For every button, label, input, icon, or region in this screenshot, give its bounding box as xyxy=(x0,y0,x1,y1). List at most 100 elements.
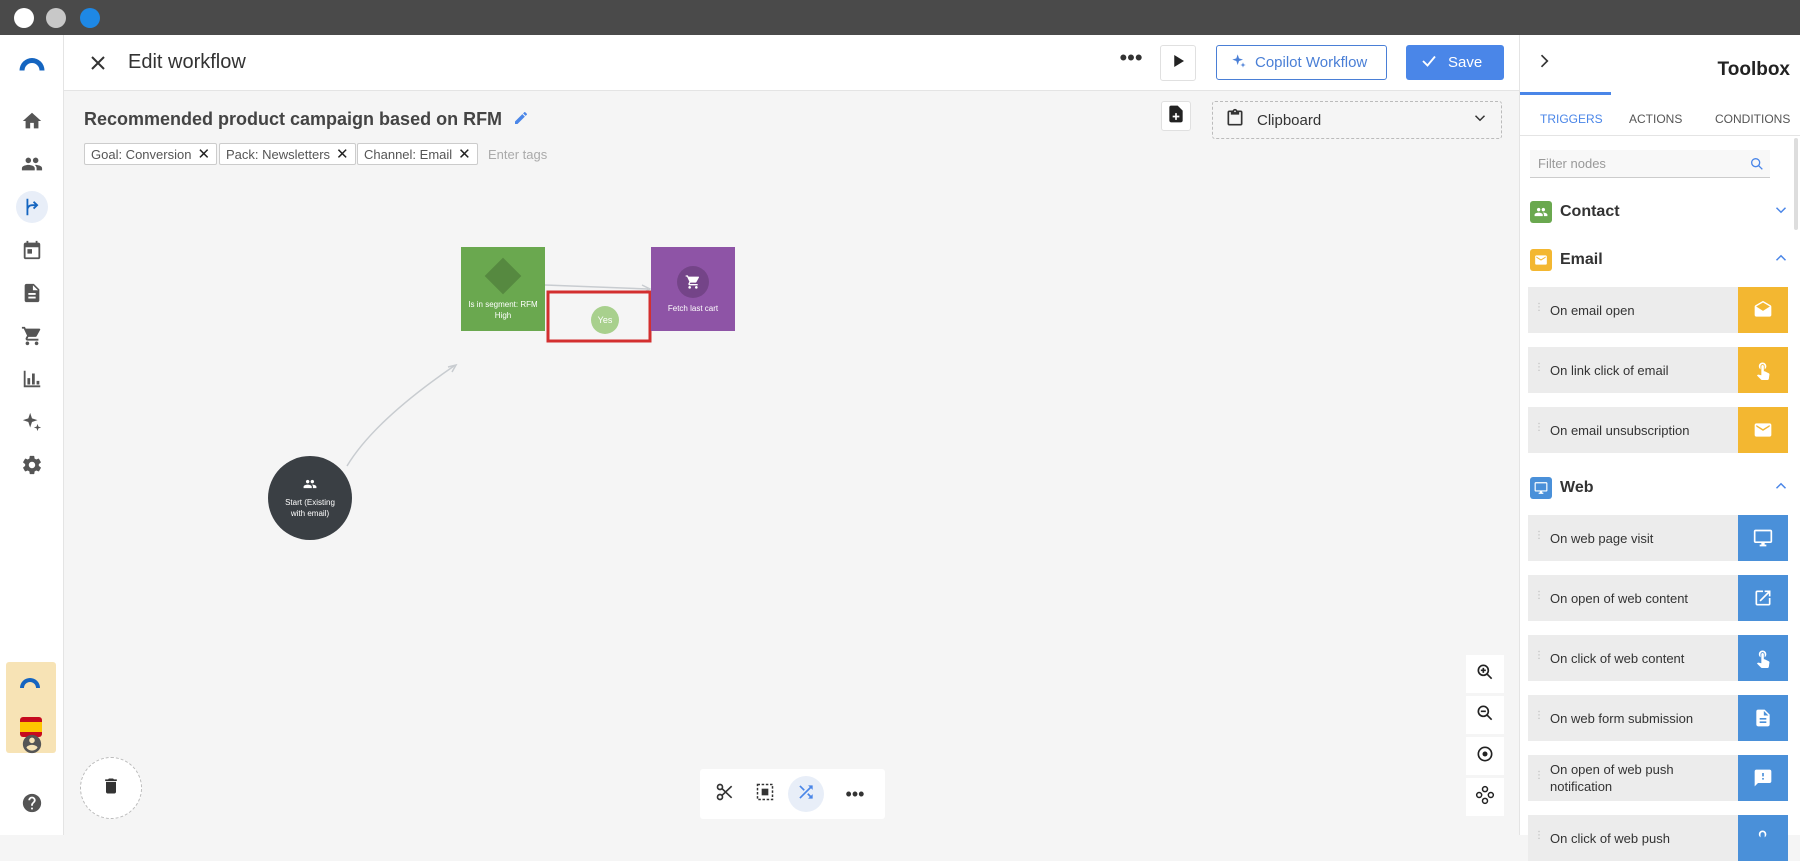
clipboard-icon xyxy=(1225,108,1245,133)
target-icon xyxy=(1475,744,1495,769)
side-navigation xyxy=(0,35,64,835)
toolbox-item-web-push-open[interactable]: ⋮ On open of web push notification xyxy=(1528,755,1788,801)
note-add-icon xyxy=(1166,104,1186,129)
copilot-workflow-button[interactable]: Copilot Workflow xyxy=(1216,45,1387,80)
toolbox-item-web-content-click[interactable]: ⋮ On click of web content xyxy=(1528,635,1788,681)
toolbox-item-web-content-open[interactable]: ⋮ On open of web content xyxy=(1528,575,1788,621)
section-contact-label: Contact xyxy=(1560,203,1620,220)
document-icon[interactable] xyxy=(16,277,48,309)
drag-handle-icon: ⋮ xyxy=(1534,650,1544,661)
window-maximize-dot[interactable] xyxy=(80,8,100,28)
toolbox-item-email-link-click[interactable]: ⋮ On link click of email xyxy=(1528,347,1788,393)
sparkle-icon[interactable] xyxy=(16,406,48,438)
cart-icon[interactable] xyxy=(16,320,48,352)
workflow-connectors xyxy=(346,284,652,467)
monitor-icon xyxy=(1738,515,1788,561)
cart-icon xyxy=(677,265,709,298)
close-icon[interactable] xyxy=(86,51,110,75)
click-hand-icon xyxy=(1738,347,1788,393)
tag-remove-icon[interactable]: ✕ xyxy=(336,145,349,163)
segment-node[interactable]: Is in segment: RFM High xyxy=(461,247,545,331)
drag-handle-icon: ⋮ xyxy=(1534,302,1544,313)
drag-handle-icon: ⋮ xyxy=(1534,422,1544,433)
auto-layout-button[interactable] xyxy=(1466,778,1504,816)
analytics-icon[interactable] xyxy=(16,363,48,395)
workflow-header: Edit workflow ••• Copilot Workflow Save xyxy=(64,35,1519,91)
drag-handle-icon: ⋮ xyxy=(1534,710,1544,721)
window-close-dot[interactable] xyxy=(14,8,34,28)
click-hand-icon xyxy=(1738,815,1788,861)
tab-conditions[interactable]: CONDITIONS xyxy=(1715,112,1790,126)
item-label: On email open xyxy=(1550,302,1635,318)
calendar-icon[interactable] xyxy=(16,234,48,266)
campaign-title-text: Recommended product campaign based on RF… xyxy=(84,109,503,129)
toolbox-item-email-open[interactable]: ⋮ On email open xyxy=(1528,287,1788,333)
item-label: On web form submission xyxy=(1550,710,1694,726)
clipboard-dropdown[interactable]: Clipboard xyxy=(1212,101,1502,139)
edit-pencil-icon[interactable] xyxy=(513,110,529,131)
fetch-cart-node[interactable]: Fetch last cart xyxy=(651,247,735,331)
fetch-node-label: Fetch last cart xyxy=(667,303,719,313)
clipboard-label: Clipboard xyxy=(1257,111,1322,129)
tag-remove-icon[interactable]: ✕ xyxy=(197,145,210,163)
connect-tool-button[interactable] xyxy=(788,776,824,812)
logo-icon[interactable] xyxy=(16,47,48,79)
section-email[interactable]: Email xyxy=(1530,246,1790,274)
drag-handle-icon: ⋮ xyxy=(1534,830,1544,841)
filter-nodes-input[interactable]: Filter nodes xyxy=(1530,150,1770,178)
notification-alert-icon xyxy=(1738,755,1788,801)
item-label: On web page visit xyxy=(1550,530,1654,546)
delete-dropzone[interactable] xyxy=(80,757,142,819)
tag-remove-icon[interactable]: ✕ xyxy=(458,145,471,163)
run-button[interactable] xyxy=(1160,45,1196,81)
collapse-panel-icon[interactable] xyxy=(1534,51,1554,71)
drag-handle-icon: ⋮ xyxy=(1534,590,1544,601)
workflow-icon[interactable] xyxy=(16,191,48,223)
shuffle-icon xyxy=(796,782,816,807)
contact-users-icon xyxy=(1530,201,1552,223)
tag-chip: Channel: Email ✕ xyxy=(357,143,478,165)
cut-tool-button[interactable] xyxy=(710,779,740,809)
tag-label: Pack: Newsletters xyxy=(226,146,331,162)
section-contact[interactable]: Contact xyxy=(1530,198,1790,226)
window-minimize-dot[interactable] xyxy=(46,8,66,28)
tag-label: Goal: Conversion xyxy=(91,146,192,162)
zoom-out-icon xyxy=(1475,703,1495,728)
user-account-icon[interactable] xyxy=(16,728,48,760)
zoom-out-button[interactable] xyxy=(1466,696,1504,734)
edge-yes-label[interactable]: Yes xyxy=(591,306,619,334)
save-button[interactable]: Save xyxy=(1406,45,1504,80)
toolbox-item-web-form-submission[interactable]: ⋮ On web form submission xyxy=(1528,695,1788,741)
open-external-icon xyxy=(1738,575,1788,621)
item-label: On open of web push notification xyxy=(1550,762,1674,794)
item-label: On click of web content xyxy=(1550,650,1685,666)
help-icon[interactable] xyxy=(16,787,48,819)
more-options-icon[interactable]: ••• xyxy=(1119,47,1143,73)
more-tools-button[interactable]: ••• xyxy=(840,779,870,809)
contacts-icon[interactable] xyxy=(16,148,48,180)
page-title: Edit workflow xyxy=(128,51,246,73)
zoom-in-button[interactable] xyxy=(1466,655,1504,693)
click-hand-icon xyxy=(1738,635,1788,681)
add-note-button[interactable] xyxy=(1161,101,1191,131)
save-label: Save xyxy=(1448,54,1483,71)
center-view-button[interactable] xyxy=(1466,737,1504,775)
toolbox-item-email-unsubscription[interactable]: ⋮ On email unsubscription xyxy=(1528,407,1788,453)
settings-gear-icon[interactable] xyxy=(16,449,48,481)
section-web[interactable]: Web xyxy=(1530,474,1790,502)
toolbox-panel: Toolbox TRIGGERS ACTIONS CONDITIONS Filt… xyxy=(1519,35,1800,861)
toolbox-item-web-push-click[interactable]: ⋮ On click of web push xyxy=(1528,815,1788,861)
select-tool-button[interactable] xyxy=(750,779,780,809)
chevron-down-icon xyxy=(1471,109,1489,132)
tab-triggers[interactable]: TRIGGERS xyxy=(1540,112,1603,126)
scissors-icon xyxy=(715,782,735,807)
tab-actions[interactable]: ACTIONS xyxy=(1629,112,1682,126)
toolbox-item-web-page-visit[interactable]: ⋮ On web page visit xyxy=(1528,515,1788,561)
workflow-canvas[interactable]: Recommended product campaign based on RF… xyxy=(64,91,1519,835)
tags-input[interactable]: Enter tags xyxy=(488,147,547,162)
home-icon[interactable] xyxy=(16,105,48,137)
email-envelope-icon xyxy=(1530,249,1552,271)
scrollbar[interactable] xyxy=(1794,138,1798,230)
start-node[interactable]: Start (Existing with email) xyxy=(268,456,352,540)
email-alert-icon xyxy=(1738,407,1788,453)
